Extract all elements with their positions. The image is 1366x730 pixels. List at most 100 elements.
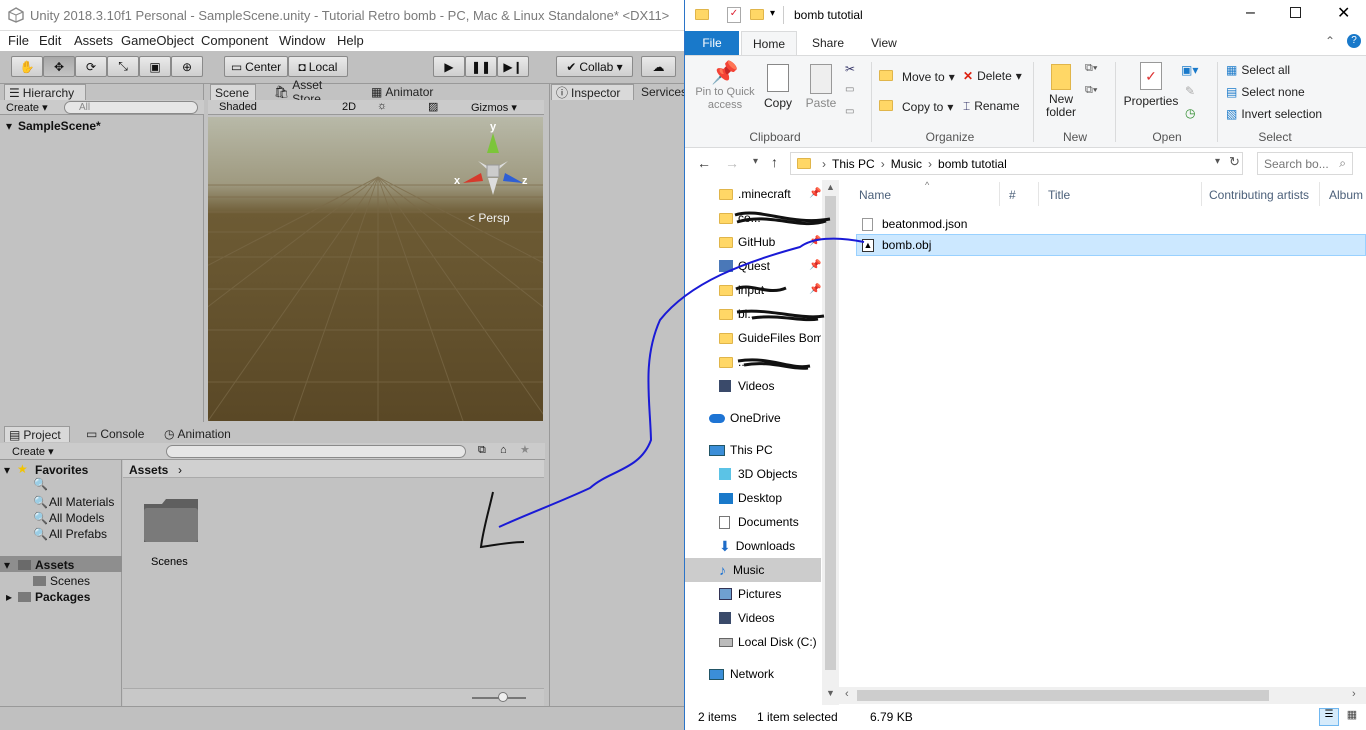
rect-tool-button[interactable]: ▣ bbox=[139, 56, 171, 77]
assets-expand-icon[interactable]: ▾ bbox=[4, 558, 10, 572]
star-icon[interactable]: ★ bbox=[520, 443, 530, 456]
breadcrumb-music[interactable]: Music bbox=[891, 157, 922, 171]
filter-type-icon[interactable]: ⧉ bbox=[478, 444, 486, 457]
column-album[interactable]: Album bbox=[1329, 188, 1363, 202]
copy-button[interactable]: Copy bbox=[763, 60, 793, 110]
up-arrow-icon[interactable]: ↑ bbox=[771, 154, 778, 170]
nav-item-pictures[interactable]: Pictures bbox=[685, 582, 821, 606]
collab-button[interactable]: ✔ Collab ▾ bbox=[556, 56, 633, 77]
easy-access-icon[interactable]: ⧉▾ bbox=[1085, 84, 1097, 97]
nav-item-redacted[interactable]: co... bbox=[685, 206, 821, 230]
help-icon[interactable]: ? bbox=[1347, 34, 1361, 48]
cloud-button[interactable]: ☁ bbox=[641, 56, 676, 77]
column-separator[interactable] bbox=[1038, 182, 1039, 206]
lighting-icon[interactable]: ☼ bbox=[377, 100, 387, 112]
close-button[interactable]: ✕ bbox=[1337, 3, 1350, 23]
pin-icon[interactable]: 📌 bbox=[809, 260, 821, 271]
menu-assets[interactable]: Assets bbox=[74, 33, 113, 48]
shading-mode-dropdown[interactable]: Shaded bbox=[219, 101, 331, 113]
nav-item-music[interactable]: ♪ Music bbox=[685, 558, 821, 582]
maximize-button[interactable] bbox=[1290, 7, 1301, 18]
nav-item-guidefiles[interactable]: GuideFiles Boml bbox=[685, 326, 821, 350]
hierarchy-create-button[interactable]: Create ▾ bbox=[6, 101, 48, 114]
nav-item-videos[interactable]: Videos bbox=[685, 606, 821, 630]
scene-view[interactable]: y x z < Persp bbox=[208, 117, 543, 421]
zoom-slider-thumb[interactable] bbox=[498, 692, 508, 702]
menu-help[interactable]: Help bbox=[337, 33, 364, 48]
tab-hierarchy[interactable]: ☰ Hierarchy bbox=[4, 84, 86, 100]
label-icon[interactable]: ⌂ bbox=[500, 444, 507, 456]
list-scroll-thumb[interactable] bbox=[857, 690, 1269, 701]
copy-to-button[interactable]: Copy to ▾ bbox=[879, 100, 953, 114]
collapse-ribbon-icon[interactable]: ⌃ bbox=[1325, 34, 1335, 48]
hand-tool-button[interactable]: ✋ bbox=[11, 56, 43, 77]
favorites-expand-icon[interactable]: ▾ bbox=[4, 463, 10, 477]
tab-file[interactable]: File bbox=[685, 31, 739, 55]
menu-file[interactable]: File bbox=[8, 33, 29, 48]
column-separator[interactable] bbox=[1201, 182, 1202, 206]
properties-quick-icon[interactable]: ✓ bbox=[727, 7, 741, 23]
nav-item-minecraft[interactable]: .minecraft bbox=[685, 182, 821, 206]
breadcrumb-this-pc[interactable]: This PC bbox=[832, 157, 875, 171]
scroll-up-icon[interactable]: ▲ bbox=[826, 182, 835, 192]
tab-inspector[interactable]: ⓘ Inspector bbox=[551, 84, 634, 100]
quick-access-dropdown-icon[interactable]: ▾ bbox=[770, 8, 775, 19]
column-contributing-artists[interactable]: Contributing artists bbox=[1209, 188, 1309, 202]
history-icon[interactable]: ◷ bbox=[1185, 106, 1195, 120]
cut-icon[interactable]: ✂ bbox=[845, 62, 855, 76]
nav-item-redacted[interactable]: ... bbox=[685, 350, 821, 374]
breadcrumb-assets[interactable]: Assets bbox=[129, 463, 168, 477]
scenes-folder-label[interactable]: Scenes bbox=[151, 556, 188, 568]
column-separator[interactable] bbox=[999, 182, 1000, 206]
file-row[interactable]: ▲ bomb.obj bbox=[856, 234, 1366, 256]
move-tool-button[interactable]: ✥ bbox=[43, 56, 75, 77]
pin-icon[interactable]: 📌 bbox=[809, 188, 821, 199]
tab-scene[interactable]: Scene bbox=[210, 84, 256, 100]
project-search-input[interactable] bbox=[166, 445, 466, 458]
hierarchy-search-input[interactable]: All bbox=[64, 101, 198, 114]
recent-locations-icon[interactable]: ▾ bbox=[753, 156, 758, 167]
fav-all-materials[interactable]: All Materials bbox=[49, 495, 114, 509]
column-title[interactable]: Title bbox=[1048, 188, 1070, 202]
nav-item-downloads[interactable]: ⬇ Downloads bbox=[685, 534, 821, 558]
pause-button[interactable]: ❚❚ bbox=[465, 56, 497, 77]
tab-project[interactable]: ▤ Project bbox=[4, 426, 70, 442]
select-all-button[interactable]: ▦ Select all bbox=[1226, 63, 1290, 77]
nav-item-this-pc[interactable]: This PC bbox=[685, 438, 821, 462]
tab-console[interactable]: ▭ Console bbox=[82, 426, 148, 442]
new-folder-quick-icon[interactable] bbox=[750, 9, 764, 20]
expand-arrow-icon[interactable]: ▾ bbox=[6, 119, 12, 133]
nav-item-videos-quick[interactable]: Videos bbox=[685, 374, 821, 398]
select-none-button[interactable]: ▤ Select none bbox=[1226, 85, 1305, 99]
tab-animation[interactable]: ◷ Animation bbox=[160, 426, 240, 442]
nav-item-documents[interactable]: Documents bbox=[685, 510, 821, 534]
favorites-header[interactable]: Favorites bbox=[35, 463, 88, 477]
play-button[interactable]: ▶ bbox=[433, 56, 465, 77]
nav-item-github[interactable]: GitHub bbox=[685, 230, 821, 254]
nav-item-desktop[interactable]: Desktop bbox=[685, 486, 821, 510]
image-effects-icon[interactable]: ▨ bbox=[428, 100, 438, 113]
refresh-icon[interactable]: ↻ bbox=[1229, 154, 1240, 170]
breadcrumb-bomb-tutotial[interactable]: bomb tutotial bbox=[938, 157, 1007, 171]
scale-tool-button[interactable]: ⤡ bbox=[107, 56, 139, 77]
forward-arrow-icon[interactable]: → bbox=[725, 155, 739, 171]
nav-scrollbar[interactable]: ▲ ▼ bbox=[822, 180, 839, 707]
pivot-center-button[interactable]: ▭ Center bbox=[224, 56, 288, 77]
nav-item-local-disk[interactable]: Local Disk (C:) bbox=[685, 630, 821, 654]
scene-root-item[interactable]: SampleScene* bbox=[18, 119, 101, 133]
menu-window[interactable]: Window bbox=[279, 33, 325, 48]
2d-toggle[interactable]: 2D bbox=[342, 101, 356, 113]
scenes-folder-large-icon[interactable] bbox=[142, 496, 200, 544]
pin-quick-access-button[interactable]: 📌 Pin to Quick access bbox=[691, 60, 759, 126]
copy-path-icon[interactable]: ▭ bbox=[845, 84, 854, 95]
menu-component[interactable]: Component bbox=[201, 33, 268, 48]
pin-icon[interactable]: 📌 bbox=[809, 284, 821, 295]
nav-item-redacted[interactable]: bl... bbox=[685, 302, 821, 326]
tab-view[interactable]: View bbox=[871, 31, 897, 55]
gizmos-dropdown[interactable]: Gizmos ▾ bbox=[471, 101, 517, 114]
address-dropdown-icon[interactable]: ▾ bbox=[1215, 156, 1220, 167]
large-icons-view-icon[interactable]: ▦ bbox=[1343, 708, 1361, 726]
paste-shortcut-icon[interactable]: ▭ bbox=[845, 106, 854, 117]
pivot-local-button[interactable]: ◘ Local bbox=[288, 56, 348, 77]
nav-item-quest[interactable]: Quest bbox=[685, 254, 821, 278]
